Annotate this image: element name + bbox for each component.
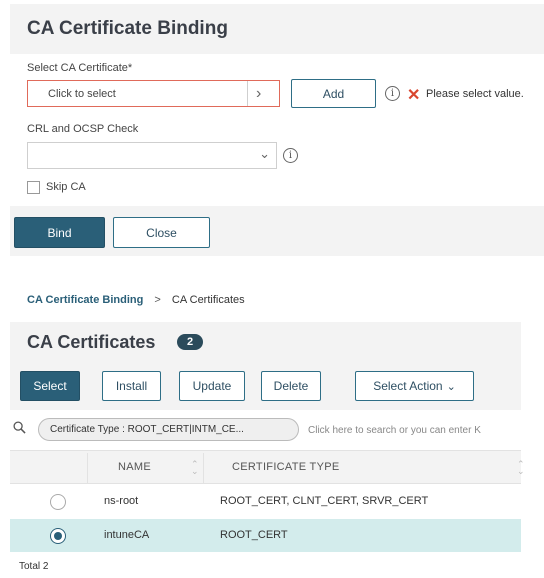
filter-chip[interactable]: Certificate Type : ROOT_CERT|INTM_CE... xyxy=(38,418,299,441)
select-action-dropdown[interactable]: Select Action ⌄ xyxy=(355,371,474,401)
breadcrumb: CA Certificate Binding > CA Certificates xyxy=(27,294,245,306)
breadcrumb-current: CA Certificates xyxy=(171,294,245,306)
table-row[interactable]: ns-root ROOT_CERT, CLNT_CERT, SRVR_CERT xyxy=(10,485,521,518)
dialog-header: CA Certificate Binding xyxy=(10,4,544,54)
cell-name: intuneCA xyxy=(104,529,150,541)
breadcrumb-separator: > xyxy=(154,294,161,306)
crl-ocsp-label: CRL and OCSP Check xyxy=(27,123,139,135)
total-count: Total 2 xyxy=(19,561,49,572)
cell-name: ns-root xyxy=(104,495,139,507)
column-header-name[interactable]: NAME xyxy=(118,461,151,473)
row-radio-button[interactable] xyxy=(50,494,66,510)
update-button[interactable]: Update xyxy=(179,371,245,401)
chevron-right-icon[interactable]: › xyxy=(256,85,261,103)
column-header-certificate-type[interactable]: CERTIFICATE TYPE xyxy=(232,461,339,473)
select-ca-certificate-field[interactable]: Click to select › xyxy=(27,80,280,107)
row-radio-button[interactable] xyxy=(50,528,66,544)
skip-ca-checkbox[interactable] xyxy=(27,181,40,194)
table-row[interactable]: intuneCA ROOT_CERT xyxy=(10,519,521,552)
crl-ocsp-dropdown[interactable]: ⌄ xyxy=(27,142,277,169)
bind-button[interactable]: Bind xyxy=(14,217,105,248)
select-ca-placeholder: Click to select xyxy=(48,88,116,100)
cell-certificate-type: ROOT_CERT, CLNT_CERT, SRVR_CERT xyxy=(220,495,429,507)
delete-button[interactable]: Delete xyxy=(261,371,321,401)
select-ca-label: Select CA Certificate* xyxy=(27,62,133,74)
info-icon[interactable]: i xyxy=(385,86,400,101)
search-icon[interactable] xyxy=(13,421,26,434)
add-button[interactable]: Add xyxy=(291,79,376,108)
sort-icon[interactable]: ⌃ ⌄ xyxy=(517,460,525,476)
dialog-title: CA Certificate Binding xyxy=(27,18,228,39)
count-badge: 2 xyxy=(177,334,203,350)
table-header: NAME ⌃ ⌄ CERTIFICATE TYPE ⌃ ⌄ xyxy=(10,450,525,484)
select-action-label: Select Action xyxy=(373,379,443,393)
page-title: CA Certificates xyxy=(27,332,156,352)
install-button[interactable]: Install xyxy=(102,371,161,401)
close-button[interactable]: Close xyxy=(113,217,210,248)
search-bar: Certificate Type : ROOT_CERT|INTM_CE... xyxy=(10,410,521,450)
search-input[interactable] xyxy=(308,421,521,439)
toolbar: Select Install Update Delete Select Acti… xyxy=(10,364,521,410)
error-x-icon: ✕ xyxy=(407,87,421,104)
cell-certificate-type: ROOT_CERT xyxy=(220,529,288,541)
panel-header: CA Certificates 2 xyxy=(10,322,521,364)
chevron-down-icon: ⌄ xyxy=(259,146,270,161)
column-divider xyxy=(203,453,204,483)
select-divider xyxy=(247,81,248,106)
error-message: Please select value. xyxy=(426,88,524,100)
select-button[interactable]: Select xyxy=(20,371,80,401)
column-divider xyxy=(87,453,88,483)
chevron-down-icon: ⌄ xyxy=(446,380,456,393)
sort-icon[interactable]: ⌃ ⌄ xyxy=(191,460,199,476)
info-icon[interactable]: i xyxy=(283,148,298,163)
skip-ca-label: Skip CA xyxy=(46,181,86,193)
breadcrumb-parent-link[interactable]: CA Certificate Binding xyxy=(27,294,143,306)
